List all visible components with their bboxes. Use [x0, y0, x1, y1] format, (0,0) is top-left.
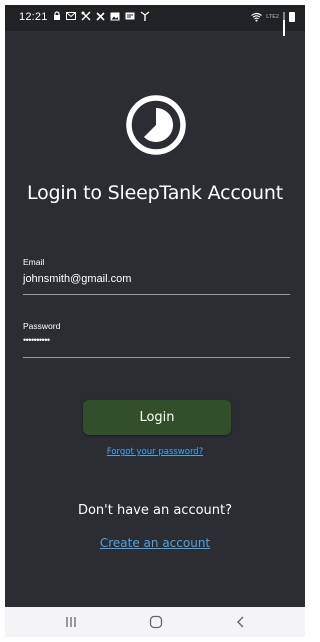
lte-icon: LTE2 — [266, 14, 279, 20]
battery-icon — [289, 12, 295, 22]
back-icon[interactable] — [221, 607, 261, 637]
home-icon[interactable] — [136, 607, 176, 637]
recents-icon[interactable] — [51, 607, 91, 637]
mail-icon — [66, 12, 76, 24]
email-field[interactable]: johnsmith@gmail.com — [23, 273, 131, 285]
navigation-bar — [5, 607, 305, 637]
page-title: Login to SleepTank Account — [27, 182, 283, 204]
antenna-icon — [140, 11, 150, 25]
status-right-icons: LTE2 — [251, 11, 295, 36]
close-icon — [96, 11, 105, 25]
forgot-password-link[interactable]: Forgot your password? — [5, 447, 305, 457]
status-time: 12:21 — [19, 11, 48, 23]
login-screen: 12:21 LTE2 Login to SleepTank Account Em… — [5, 5, 305, 637]
signal-icon — [283, 12, 285, 36]
password-label: Password — [23, 321, 61, 331]
no-account-text: Don't have an account? — [77, 503, 233, 518]
wifi-icon — [251, 12, 263, 22]
card-icon — [125, 12, 135, 24]
lock-icon — [53, 11, 61, 25]
status-bar: 12:21 LTE2 — [5, 5, 305, 36]
app-logo — [125, 94, 187, 156]
email-label: Email — [23, 257, 45, 267]
image-icon — [110, 12, 120, 25]
password-underline — [23, 357, 290, 358]
password-field[interactable]: •••••••••• — [23, 335, 50, 345]
crossed-tools-icon — [81, 11, 91, 25]
status-left-icons — [53, 11, 150, 25]
email-underline — [23, 294, 290, 295]
clock-pie-icon — [126, 95, 186, 155]
create-account-link[interactable]: Create an account — [5, 536, 305, 550]
login-button[interactable]: Login — [83, 400, 231, 435]
